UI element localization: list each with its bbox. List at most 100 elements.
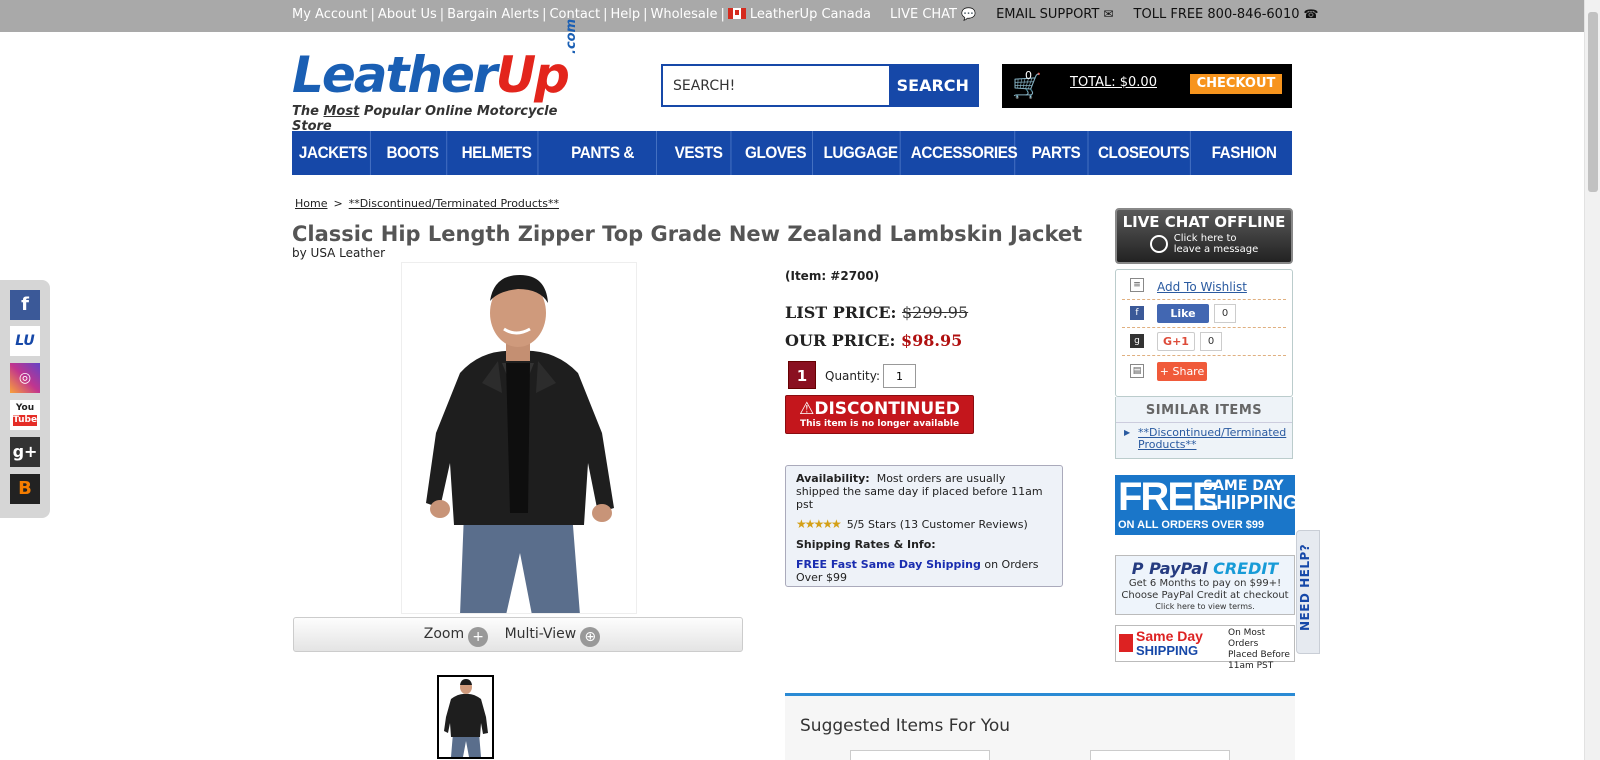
email-support-link[interactable]: EMAIL SUPPORT ✉ [996, 7, 1113, 22]
same-day-title: Same Day [1136, 628, 1203, 644]
similar-item-link[interactable]: **Discontinued/Terminated Products** [1124, 427, 1292, 451]
nav-accessories[interactable]: ACCESSORIES [911, 131, 1018, 175]
shipping-label: Shipping Rates & Info: [796, 538, 936, 551]
livechat-line1: Click here to [1173, 233, 1237, 244]
suggested-items: Suggested Items For You [785, 693, 1295, 760]
add-to-wishlist-link[interactable]: Add To Wishlist [1157, 280, 1247, 294]
nav-fashion[interactable]: FASHION [1201, 131, 1287, 175]
logo-up: Up [495, 46, 570, 104]
paypal-line3: Click here to view terms. [1155, 602, 1255, 611]
nav-pants-chaps[interactable]: PANTS & CHAPS [549, 131, 657, 206]
breadcrumb: Home > **Discontinued/Terminated Products*… [295, 197, 559, 210]
nav-vests[interactable]: VESTS [667, 131, 732, 175]
help-link[interactable]: Help [610, 7, 640, 22]
phone-icon: ☎ [1303, 7, 1319, 21]
instagram-icon[interactable]: ◎ [10, 363, 40, 393]
facebook-like-count: 0 [1214, 304, 1236, 323]
paypal-credit-banner[interactable]: P PayPal CREDIT Get 6 Months to pay on $… [1115, 555, 1295, 615]
credit-word: CREDIT [1213, 559, 1279, 578]
product-main-image[interactable] [401, 262, 637, 614]
top-links: My Account | About Us | Bargain Alerts | Conta… [292, 7, 871, 22]
separator: | [542, 7, 547, 22]
same-day-shipping-banner[interactable]: Same Day SHIPPING On Most Orders Placed B… [1115, 625, 1295, 671]
breadcrumb-home[interactable]: Home [295, 197, 327, 210]
checkout-button[interactable]: CHECKOUT [1190, 74, 1282, 94]
nav-closeouts[interactable]: CLOSEOUTS [1097, 131, 1191, 175]
nav-parts[interactable]: PARTS [1025, 131, 1089, 175]
about-us-link[interactable]: About Us [378, 7, 437, 22]
live-chat-link[interactable]: LIVE CHAT 💬 [890, 7, 976, 22]
nav-helmets[interactable]: HELMETS [456, 131, 539, 175]
logo-wordmark: LeatherUp [292, 48, 582, 102]
facebook-icon: f [1130, 306, 1144, 320]
youtube-you: You [15, 403, 35, 413]
breadcrumb-category[interactable]: **Discontinued/Terminated Products** [349, 197, 559, 210]
share-box: ≡ Add To Wishlist f Like 0 g G+1 0 ▤ + S… [1115, 269, 1293, 397]
zoom-button[interactable]: Zoom + [424, 626, 500, 647]
cart-total-link[interactable]: TOTAL: $0.00 [1070, 75, 1157, 90]
youtube-icon[interactable]: You Tube [10, 400, 40, 430]
share-row: ▤ + Share [1122, 358, 1286, 386]
jacket-photo [402, 263, 636, 613]
print-icon: ▤ [1130, 364, 1144, 378]
multiview-icon: ⊕ [580, 627, 601, 647]
wishlist-icon: ≡ [1130, 278, 1144, 292]
list-price-label: LIST PRICE: [785, 303, 897, 322]
bargain-alerts-link[interactable]: Bargain Alerts [447, 7, 539, 22]
availability-row: Availability: Most orders are usually sh… [796, 472, 1052, 511]
separator: | [643, 7, 648, 22]
same-day-line1: On Most Orders [1228, 628, 1266, 649]
our-price-value: $98.95 [900, 331, 963, 350]
search-button[interactable]: SEARCH [888, 66, 977, 105]
suggested-item-card[interactable] [1090, 750, 1230, 760]
nav-boots[interactable]: BOOTS [379, 131, 448, 175]
free-shipping-row: FREE Fast Same Day Shipping on Orders Ov… [796, 558, 1052, 584]
nav-jackets[interactable]: JACKETS [296, 131, 371, 175]
blogger-icon[interactable]: B [10, 474, 40, 504]
warning-icon: ⚠ [799, 399, 815, 419]
paypal-line1: Get 6 Months to pay on $99+! [1128, 578, 1282, 589]
googleplus-button[interactable]: G+1 [1157, 332, 1195, 351]
nav-luggage[interactable]: LUGGAGE [821, 131, 901, 175]
separator: | [439, 7, 445, 22]
paypal-credit-title: P PayPal CREDIT [1116, 559, 1294, 578]
shipping-label-row: Shipping Rates & Info: [796, 538, 1052, 551]
paypal-word: PayPal [1149, 559, 1208, 578]
scrollbar-thumb[interactable] [1588, 12, 1598, 192]
rating-row: ★★★★★ 5/5 Stars (13 Customer Reviews) [796, 518, 1052, 532]
canada-flag-icon [727, 8, 746, 19]
share-label: Share [1172, 365, 1205, 378]
quantity-badge: 1 [788, 361, 816, 389]
separator: | [720, 7, 725, 22]
suggested-item-card[interactable] [850, 750, 990, 760]
leatherup-tv-icon[interactable]: LU [10, 326, 40, 356]
search-input[interactable] [663, 66, 889, 105]
rating-text: 5/5 Stars [846, 518, 897, 531]
googleplus-row: g G+1 0 [1122, 328, 1286, 356]
wholesale-link[interactable]: Wholesale [650, 7, 717, 22]
need-help-tab[interactable]: NEED HELP? [1296, 530, 1320, 654]
free-shipping-banner[interactable]: FREE SAME DAY SHIPPING ON ALL ORDERS OVE… [1115, 475, 1295, 535]
paypal-line2: Choose PayPal Credit at checkout [1121, 590, 1289, 601]
reviews-link[interactable]: (13 Customer Reviews) [900, 518, 1028, 531]
facebook-social-icon[interactable]: f [10, 290, 40, 320]
my-account-link[interactable]: My Account [292, 7, 368, 22]
free-shipping-text: FREE Fast Same Day Shipping [796, 558, 981, 571]
availability-box: Availability: Most orders are usually sh… [785, 465, 1063, 587]
multiview-button[interactable]: Multi-View ⊕ [505, 626, 613, 647]
share-button[interactable]: + Share [1157, 362, 1207, 381]
live-chat-offline-button[interactable]: LIVE CHAT OFFLINE Click here to leave a m… [1115, 208, 1293, 264]
product-thumbnail[interactable] [437, 675, 494, 759]
nav-gloves[interactable]: GLOVES [739, 131, 813, 175]
googleplus-social-icon[interactable]: g+ [10, 437, 40, 467]
facebook-like-button[interactable]: Like [1157, 304, 1209, 323]
quantity-label: Quantity: [825, 369, 881, 383]
site-logo[interactable]: LeatherUp .com The Most Popular Online M… [292, 19, 582, 134]
cart-bar: 🛒 0 TOTAL: $0.00 CHECKOUT [1002, 64, 1292, 108]
page-scrollbar[interactable] [1584, 0, 1600, 760]
similar-items: SIMILAR ITEMS **Discontinued/Terminated … [1115, 397, 1293, 459]
wishlist-row: ≡ Add To Wishlist [1122, 272, 1286, 300]
quantity-input[interactable] [883, 364, 916, 388]
leatherup-canada-link[interactable]: LeatherUp Canada [750, 7, 871, 22]
top-utility-bar: My Account | About Us | Bargain Alerts | Conta… [0, 0, 1584, 32]
